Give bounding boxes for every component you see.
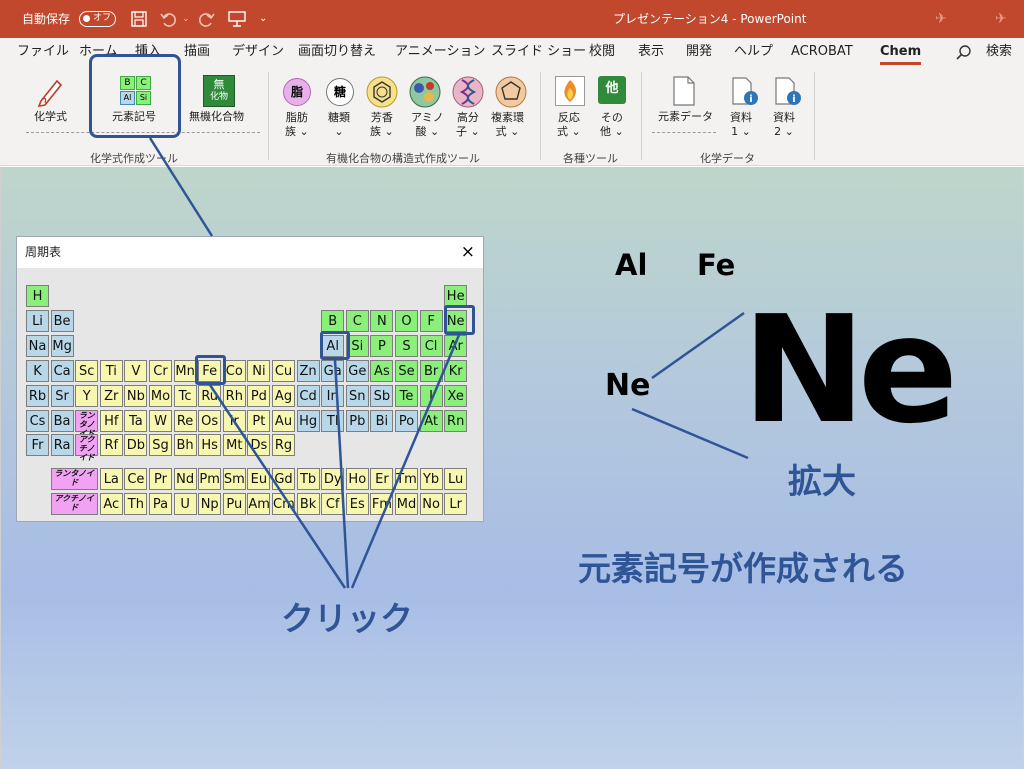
- callout-lines: [148, 137, 749, 589]
- powerpoint-window: { "titlebar": { "autosave": "自動保存", "tog…: [0, 0, 1024, 769]
